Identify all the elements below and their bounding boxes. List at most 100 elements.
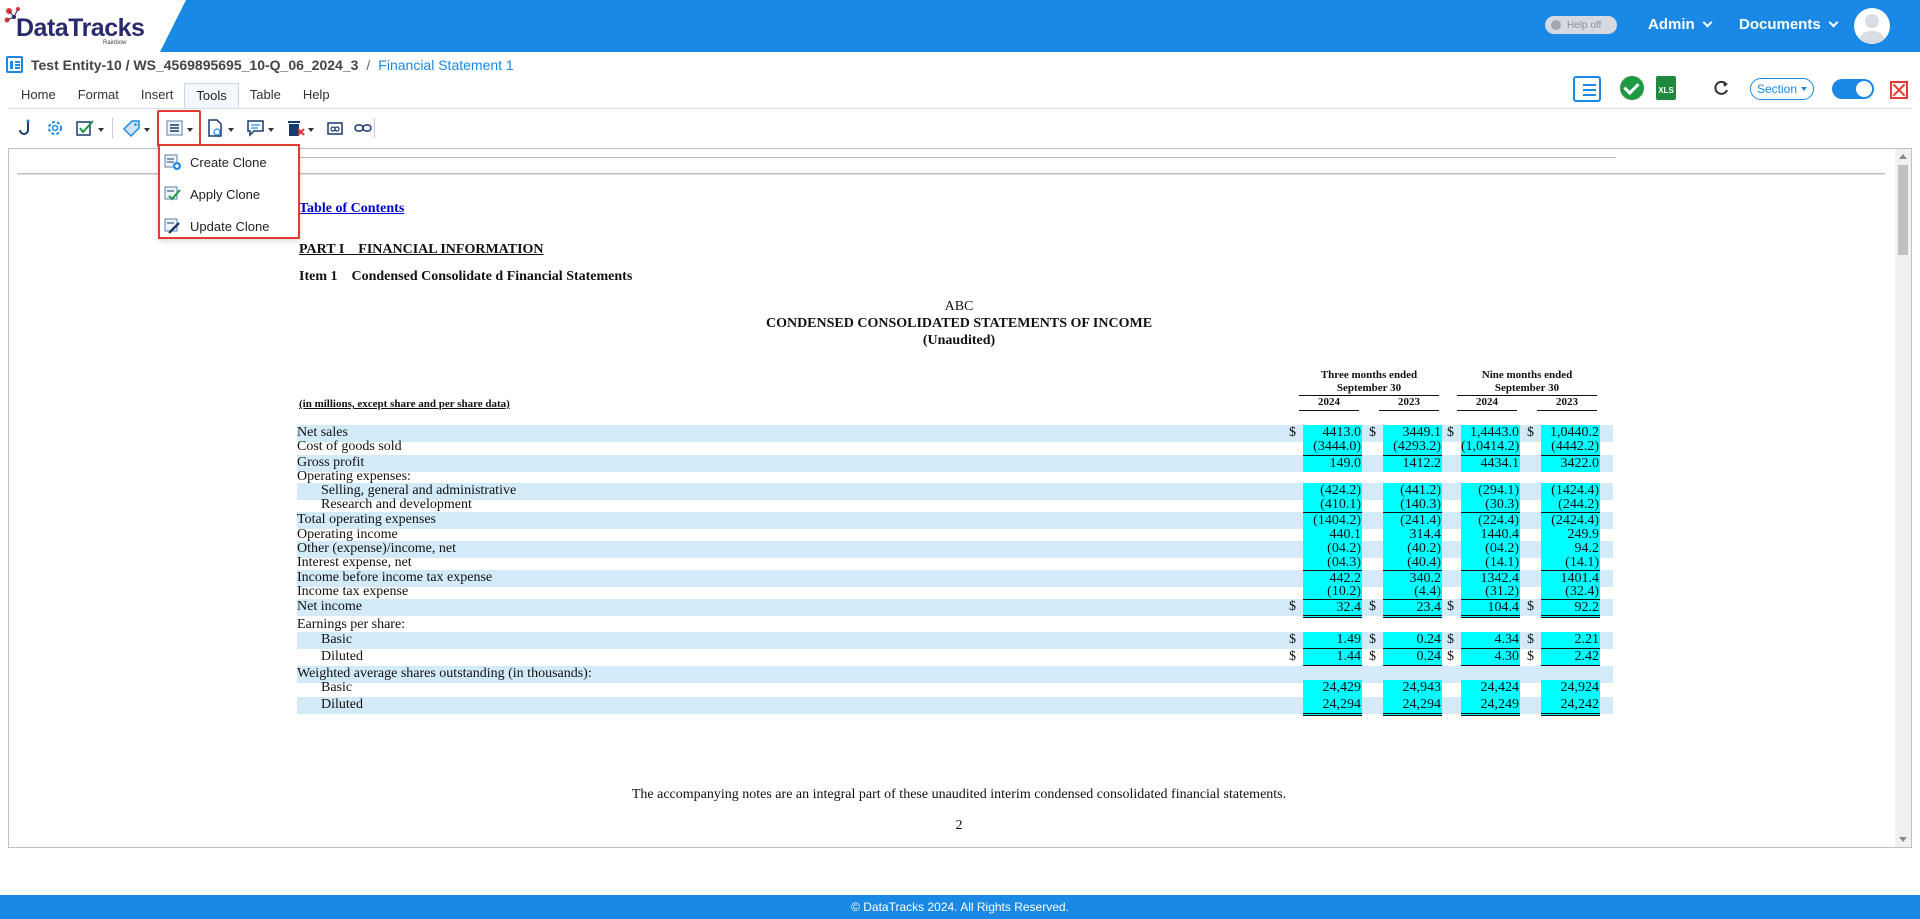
value-cell[interactable]: (4293.2) — [1383, 439, 1442, 456]
value-cell[interactable]: (3444.0) — [1303, 439, 1362, 456]
value-cell[interactable]: (1,0414.2) — [1461, 439, 1520, 456]
update-clone-item[interactable]: Update Clone — [164, 212, 298, 240]
toggle-knob-icon — [1551, 20, 1561, 30]
row-label: Net income — [297, 599, 362, 614]
view-toggle[interactable] — [1832, 79, 1874, 99]
brand-logo[interactable]: DataTracks Rainbow — [0, 0, 186, 52]
section-dropdown[interactable]: Section — [1750, 78, 1814, 100]
document-icon — [6, 56, 23, 73]
value-cell[interactable]: 24,924 — [1541, 680, 1600, 697]
chain-link-icon[interactable] — [350, 116, 376, 140]
documents-menu[interactable]: Documents — [1739, 16, 1839, 33]
brand-name: DataTracks — [16, 14, 145, 42]
page-dropdown-icon[interactable] — [204, 116, 236, 140]
value-cell[interactable]: 24,249 — [1461, 697, 1520, 716]
row-label: Income tax expense — [297, 584, 409, 599]
apply-clone-icon — [164, 186, 181, 201]
create-clone-icon — [164, 154, 181, 170]
outline-view-icon[interactable] — [1573, 76, 1601, 102]
value-cell[interactable]: 24,424 — [1461, 680, 1520, 697]
value-cell[interactable]: 92.2 — [1541, 599, 1600, 618]
page-top-rule — [296, 157, 1616, 158]
comment-dropdown-icon[interactable] — [244, 116, 276, 140]
help-toggle[interactable]: Help off — [1545, 16, 1617, 34]
table-row: Diluted $1.44 $0.24 $4.30 $2.42 — [297, 649, 1613, 668]
value-cell[interactable]: 23.4 — [1383, 599, 1442, 618]
page-number: 2 — [955, 818, 963, 833]
statement-unaudited: (Unaudited) — [922, 333, 996, 348]
caret-down-icon — [1801, 87, 1808, 91]
table-row: Net income $32.4 $23.4 $104.4 $92.2 — [297, 599, 1613, 618]
breadcrumb-current[interactable]: Financial Statement 1 — [378, 57, 513, 73]
create-clone-item[interactable]: Create Clone — [164, 148, 298, 176]
year-header: 2024 — [1318, 396, 1340, 408]
scroll-thumb[interactable] — [1898, 165, 1908, 255]
dollar-sign: $ — [1289, 649, 1296, 664]
ribbon-tabs: Home Format Insert Tools Table Help — [10, 83, 341, 109]
apply-clone-item[interactable]: Apply Clone — [164, 180, 298, 208]
value-cell[interactable]: 24,242 — [1541, 697, 1600, 716]
company-name: ABC — [944, 299, 974, 314]
breadcrumb-entity[interactable]: Test Entity-10 / WS_4569895695_10-Q_06_2… — [31, 57, 358, 73]
delete-dropdown-icon[interactable] — [284, 116, 316, 140]
validate-check-icon[interactable] — [1620, 76, 1644, 100]
value-cell[interactable]: 24,294 — [1383, 697, 1442, 716]
dollar-sign: $ — [1289, 632, 1296, 647]
item-heading: Item 1 Condensed Consolidate d Financial… — [299, 269, 633, 284]
dollar-sign: $ — [1369, 632, 1376, 647]
breadcrumb-separator: / — [366, 56, 371, 73]
row-label: Cost of goods sold — [297, 439, 402, 454]
checkbox-dropdown-icon[interactable] — [74, 116, 106, 140]
table-row: Cost of goods sold (3444.0) (4293.2) (1,041… — [297, 439, 1613, 456]
tag-dropdown-icon[interactable] — [120, 116, 152, 140]
tab-tools[interactable]: Tools — [184, 83, 239, 109]
documents-menu-label: Documents — [1739, 16, 1821, 33]
admin-menu[interactable]: Admin — [1648, 16, 1713, 33]
excel-export-icon[interactable]: XLS — [1656, 76, 1676, 100]
three-months-header: Three months ended September 30 — [1320, 369, 1418, 394]
dollar-sign: $ — [1527, 632, 1534, 647]
scroll-up-icon[interactable] — [1899, 154, 1907, 159]
tab-format[interactable]: Format — [67, 83, 130, 109]
table-of-contents-link[interactable]: Table of Contents — [299, 201, 404, 217]
settings-gear-icon[interactable] — [42, 116, 68, 140]
value-cell[interactable]: 24,429 — [1303, 680, 1362, 697]
year-rule — [1537, 410, 1597, 411]
breadcrumb: Test Entity-10 / WS_4569895695_10-Q_06_2… — [6, 56, 514, 73]
refresh-icon[interactable] — [1712, 79, 1730, 97]
value-cell[interactable]: 24,943 — [1383, 680, 1442, 697]
vertical-scrollbar[interactable] — [1895, 149, 1911, 847]
close-icon[interactable] — [1890, 81, 1908, 99]
apply-clone-label: Apply Clone — [190, 186, 261, 202]
update-clone-label: Update Clone — [190, 218, 270, 234]
row-label: Diluted — [321, 649, 363, 664]
admin-menu-label: Admin — [1648, 16, 1695, 33]
clone-menu: Create Clone Apply Clone Update Clone — [158, 144, 300, 239]
row-label: Earnings per share: — [297, 617, 406, 632]
document-canvas[interactable]: Table of Contents PART I FINANCIAL INFOR… — [8, 148, 1912, 848]
user-avatar[interactable] — [1854, 8, 1890, 44]
row-label: Basic — [321, 680, 353, 695]
dollar-sign: $ — [1527, 599, 1534, 614]
table-row: Basic $1.49 $0.24 $4.34 $2.21 — [297, 632, 1613, 651]
brand-sub: Rainbow — [103, 40, 127, 46]
tab-table[interactable]: Table — [239, 83, 292, 109]
help-toggle-label: Help off — [1567, 19, 1602, 31]
hook-icon[interactable] — [12, 116, 38, 140]
dollar-sign: $ — [1447, 649, 1454, 664]
footer: © DataTracks 2024. All Rights Reserved. — [0, 895, 1920, 919]
toolbar-separator — [374, 118, 375, 138]
link-tool-icon[interactable] — [322, 116, 348, 140]
tab-home[interactable]: Home — [10, 83, 67, 109]
value-cell[interactable]: 32.4 — [1303, 599, 1362, 618]
value-cell[interactable]: (4442.2) — [1541, 439, 1600, 456]
toolbar-separator — [112, 118, 113, 138]
dollar-sign: $ — [1447, 599, 1454, 614]
value-cell[interactable]: 24,294 — [1303, 697, 1362, 716]
chevron-down-icon — [1828, 17, 1839, 28]
value-cell[interactable]: 104.4 — [1461, 599, 1520, 618]
tab-help[interactable]: Help — [292, 83, 341, 109]
tab-insert[interactable]: Insert — [130, 83, 185, 109]
row-label: Total operating expenses — [297, 512, 436, 527]
scroll-down-icon[interactable] — [1899, 837, 1907, 842]
